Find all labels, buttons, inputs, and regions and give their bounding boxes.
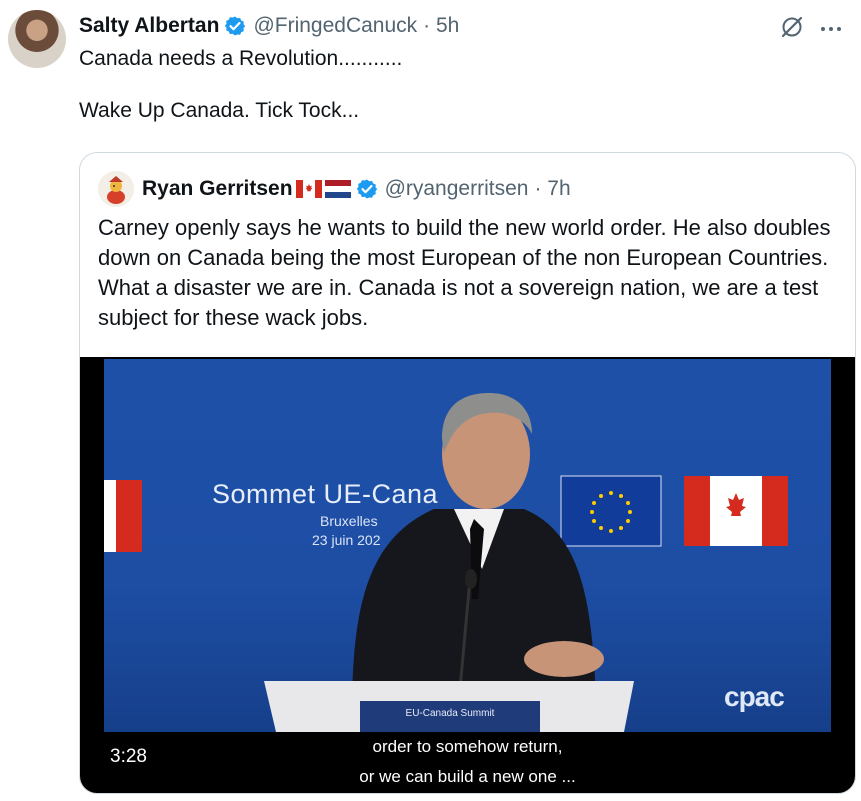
tweet-body: Canada needs a Revolution........... Wak… <box>79 46 819 124</box>
author-avatar[interactable] <box>8 10 66 68</box>
video-scene <box>104 393 788 732</box>
quote-body: Carney openly says he wants to build the… <box>98 215 831 330</box>
tweet-text-line: Wake Up Canada. Tick Tock... <box>79 99 360 122</box>
quote-author-name[interactable]: Ryan Gerritsen <box>142 177 293 201</box>
verified-badge-icon <box>224 15 246 37</box>
tweet-header: Salty Albertan @FringedCanuck · 5h <box>79 12 459 40</box>
quote-header: Ryan Gerritsen @ryangerritsen · 7h <box>142 175 571 203</box>
author-handle[interactable]: @FringedCanuck <box>253 14 417 38</box>
backdrop-city: Bruxelles <box>320 513 378 529</box>
netherlands-flag-icon <box>324 180 351 198</box>
video-caption-line: or we can build a new one ... <box>359 767 576 786</box>
quoted-tweet[interactable]: Ryan Gerritsen @ryangerritsen · 7h Carne… <box>79 152 856 794</box>
video-caption-line: order to somehow return, <box>372 737 563 756</box>
video-frame: Sommet UE-Cana Bruxelles 23 juin 202 EU-… <box>104 359 831 732</box>
backdrop-title: Sommet UE-Cana <box>212 479 439 509</box>
podium-label: EU-Canada Summit <box>405 708 495 719</box>
quote-author-handle[interactable]: @ryangerritsen <box>385 177 529 201</box>
verified-badge-icon <box>356 178 378 200</box>
grok-icon[interactable] <box>779 14 805 45</box>
video-player[interactable]: Sommet UE-Cana Bruxelles 23 juin 202 EU-… <box>80 357 855 793</box>
tweet-text-line: Canada needs a Revolution........... <box>79 47 403 70</box>
tweet-time[interactable]: · 5h <box>423 14 459 38</box>
cpac-watermark: cpac <box>724 681 785 712</box>
backdrop-date: 23 juin 202 <box>312 532 381 548</box>
tweet-actions <box>779 14 843 45</box>
quote-author-avatar[interactable] <box>98 171 134 207</box>
more-options-icon[interactable] <box>819 21 843 39</box>
quote-time[interactable]: · 7h <box>534 177 570 201</box>
author-name[interactable]: Salty Albertan <box>79 14 219 38</box>
canada-flag-icon <box>295 180 322 198</box>
